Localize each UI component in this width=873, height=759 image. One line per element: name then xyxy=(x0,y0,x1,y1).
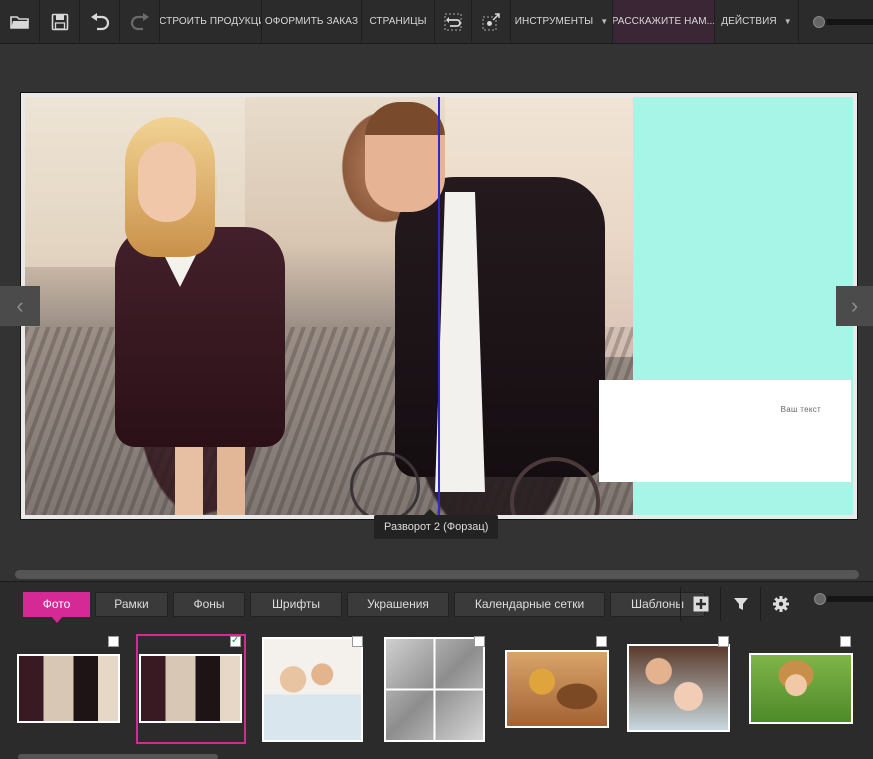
thumbnail-image xyxy=(507,652,607,726)
thumbnail-checkbox[interactable] xyxy=(474,636,485,647)
thumbnail-checkbox[interactable] xyxy=(352,636,363,647)
top-toolbar: НАСТРОИТЬ ПРОДУКЦИЮ ОФОРМИТЬ ЗАКАЗ СТРАН… xyxy=(0,0,873,44)
thumbnails-scrollbar[interactable] xyxy=(18,754,218,759)
tab-calendar-grids[interactable]: Календарные сетки xyxy=(454,591,605,617)
spread-label-tooltip: Разворот 2 (Форзац) xyxy=(374,509,499,539)
thumbnail-checkbox-checked[interactable] xyxy=(230,635,241,647)
pages-menu[interactable]: СТРАНИЦЫ xyxy=(362,0,435,43)
photo-thumbnail-selected[interactable] xyxy=(139,654,242,723)
thumbnail-size-slider[interactable] xyxy=(814,593,873,605)
tab-label: Рамки xyxy=(114,597,149,611)
thumbnail-image xyxy=(751,655,851,722)
resources-panel: Фото Рамки Фоны Шрифты Украшения Календа… xyxy=(0,581,873,759)
chevron-left-icon: ‹ xyxy=(16,293,24,318)
photo-thumbnails xyxy=(0,632,873,752)
workspace-horizontal-scrollbar[interactable] xyxy=(15,570,859,579)
thumbnail-checkbox[interactable] xyxy=(108,636,119,647)
photo-thumbnail[interactable] xyxy=(384,637,485,742)
zoom-slider[interactable] xyxy=(799,0,873,43)
tools-menu[interactable]: ИНСТРУМЕНТЫ xyxy=(511,0,613,43)
photo-thumbnail[interactable] xyxy=(17,654,120,723)
menu-label: ДЕЙСТВИЯ xyxy=(721,16,777,27)
tab-fonts[interactable]: Шрифты xyxy=(250,591,342,617)
feedback-menu[interactable]: РАССКАЖИТЕ НАМ... xyxy=(613,0,715,43)
thumbnail-image xyxy=(141,656,240,721)
tab-backgrounds[interactable]: Фоны xyxy=(173,591,245,617)
menu-label: РАССКАЖИТЕ НАМ... xyxy=(613,16,715,27)
resource-tabs: Фото Рамки Фоны Шрифты Украшения Календа… xyxy=(0,590,705,623)
chevron-right-icon: › xyxy=(850,293,859,318)
panel-tools xyxy=(680,587,800,621)
placed-photo-couple[interactable] xyxy=(25,97,633,515)
menu-label: ОФОРМИТЬ ЗАКАЗ xyxy=(264,16,359,27)
resize-image-icon[interactable] xyxy=(472,0,511,43)
next-spread-button[interactable]: › xyxy=(836,286,873,326)
tab-label: Календарные сетки xyxy=(474,597,585,611)
photo-thumbnail[interactable] xyxy=(749,653,853,724)
thumbnail-image xyxy=(386,639,483,740)
thumbnail-image xyxy=(629,646,728,730)
spread-canvas[interactable]: Ваш текст xyxy=(25,97,853,515)
thumbnail-slider-knob[interactable] xyxy=(814,593,826,605)
man-head xyxy=(365,102,445,212)
photo-man-figure xyxy=(355,97,625,515)
settings-gear-icon[interactable] xyxy=(760,587,800,621)
undo-icon[interactable] xyxy=(80,0,120,43)
thumbnail-slider-track[interactable] xyxy=(814,593,873,605)
girl-face xyxy=(138,142,196,222)
redo-icon[interactable] xyxy=(120,0,160,43)
text-placeholder[interactable]: Ваш текст xyxy=(781,405,821,414)
tab-label: Фоны xyxy=(193,597,225,611)
tab-label: Украшения xyxy=(367,597,429,611)
actions-menu[interactable]: ДЕЙСТВИЯ xyxy=(715,0,799,43)
text-frame[interactable]: Ваш текст xyxy=(599,380,851,482)
bicycle-wheel xyxy=(350,452,420,515)
spread-label: Разворот 2 (Форзац) xyxy=(384,521,489,533)
zoom-slider-rest xyxy=(827,18,873,25)
menu-label: СТРАНИЦЫ xyxy=(369,16,427,27)
configure-product-menu[interactable]: НАСТРОИТЬ ПРОДУКЦИЮ xyxy=(160,0,262,43)
save-icon[interactable] xyxy=(40,0,80,43)
girl-legs xyxy=(175,447,245,515)
tab-label: Шрифты xyxy=(271,597,321,611)
zoom-slider-knob[interactable] xyxy=(813,15,825,28)
thumbnail-checkbox[interactable] xyxy=(596,636,607,647)
photo-thumbnail[interactable] xyxy=(505,650,609,728)
thumbnail-slider-rest xyxy=(828,596,873,602)
photobook-editor: НАСТРОИТЬ ПРОДУКЦИЮ ОФОРМИТЬ ЗАКАЗ СТРАН… xyxy=(0,0,873,759)
photo-thumbnail[interactable] xyxy=(262,637,363,742)
tab-label: Фото xyxy=(42,597,71,611)
open-folder-icon[interactable] xyxy=(0,0,40,43)
man-jacket xyxy=(395,177,605,477)
menu-label: ИНСТРУМЕНТЫ xyxy=(514,16,594,27)
add-icon[interactable] xyxy=(680,587,720,621)
tab-decorations[interactable]: Украшения xyxy=(347,591,449,617)
thumbnail-checkbox[interactable] xyxy=(840,636,851,647)
girl-dress xyxy=(115,227,285,447)
spread-fold-line xyxy=(438,97,440,515)
filter-icon[interactable] xyxy=(720,587,760,621)
zoom-slider-track[interactable] xyxy=(813,15,873,28)
prev-spread-button[interactable]: ‹ xyxy=(0,286,40,326)
photo-thumbnail[interactable] xyxy=(627,644,730,732)
tab-frames[interactable]: Рамки xyxy=(95,591,168,617)
thumbnail-image xyxy=(19,656,118,721)
swap-pages-icon[interactable] xyxy=(435,0,472,43)
tab-label: Шаблоны xyxy=(630,597,685,611)
editor-workspace: Ваш текст ‹ › Разворот 2 (Форзац) xyxy=(0,45,873,580)
page-spread[interactable]: Ваш текст xyxy=(21,93,857,519)
place-order-menu[interactable]: ОФОРМИТЬ ЗАКАЗ xyxy=(262,0,362,43)
photo-girl-figure xyxy=(105,117,295,515)
thumbnail-checkbox[interactable] xyxy=(718,636,729,647)
menu-label: НАСТРОИТЬ ПРОДУКЦИЮ xyxy=(160,16,261,27)
tab-photo[interactable]: Фото xyxy=(23,591,90,623)
thumbnail-image xyxy=(264,639,361,740)
